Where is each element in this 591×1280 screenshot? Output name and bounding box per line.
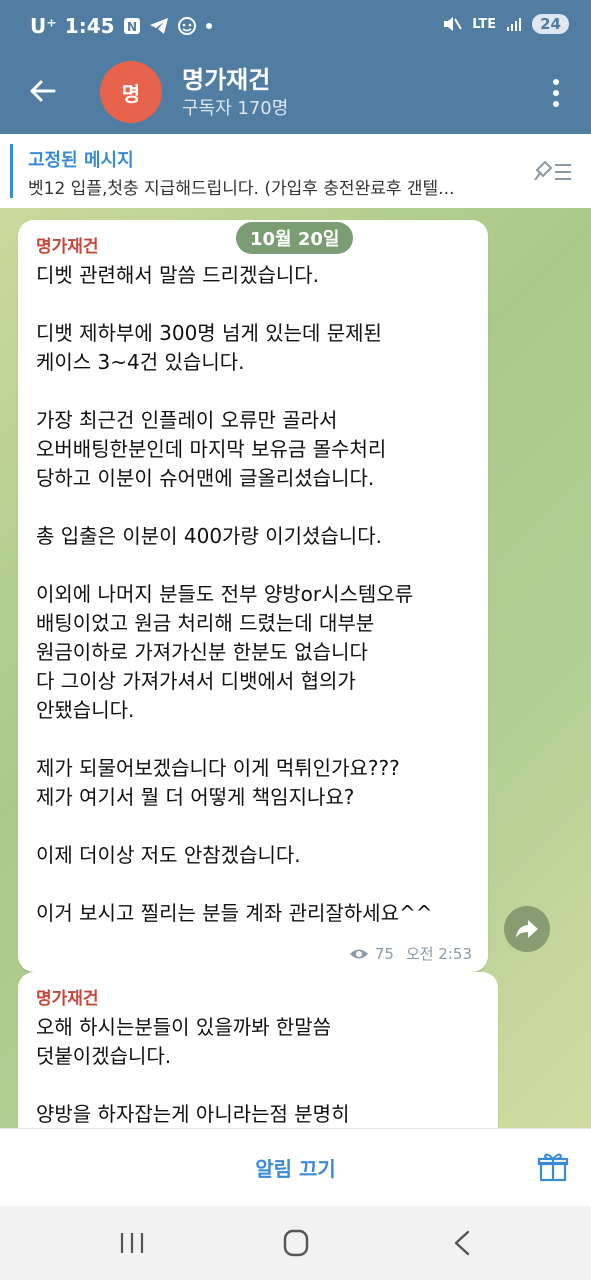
mute-notifications-button[interactable]: 알림 끄기 (0, 1153, 591, 1182)
app-face-icon (177, 16, 197, 36)
message-text: 오해 하시는분들이 있을까봐 한말씀 덧붙이겠습니다. 양방을 하자잡는게 아니… (36, 1015, 350, 1126)
subscriber-count: 구독자 170명 (182, 98, 289, 119)
pinned-indicator (10, 144, 13, 198)
message-text: 디벳 관련해서 말씀 드리겠습니다. 디뱃 제하부에 300명 넘게 있는데 문… (36, 263, 433, 925)
home-button[interactable] (276, 1228, 316, 1258)
avatar[interactable]: 명 (100, 61, 162, 123)
more-button[interactable] (551, 76, 561, 110)
mute-icon (442, 15, 463, 33)
pinned-text: 벳12 입플,첫충 지급해드립니다. (가입후 충전완료후 갠텔... (28, 179, 455, 199)
more-vertical-icon (553, 79, 559, 107)
message-meta: 75 오전 2:53 (349, 943, 472, 964)
chat-header: 명 명가재건 구독자 170명 (0, 54, 591, 134)
message-bubble[interactable]: 명가재건 오해 하시는분들이 있을까봐 한말씀 덧붙이겠습니다. 양방을 하자잡… (18, 972, 498, 1128)
notification-icon: N (123, 17, 141, 35)
message-time: 오전 2:53 (405, 945, 472, 963)
bottom-bar: 알림 끄기 (0, 1128, 591, 1207)
gift-button[interactable] (537, 1151, 569, 1183)
back-button[interactable] (26, 74, 60, 108)
telegram-icon (149, 17, 169, 35)
clock: 1:45 (64, 14, 115, 38)
chat-area[interactable]: 명가재건 디벳 관련해서 말씀 드리겠습니다. 디뱃 제하부에 300명 넘게 … (0, 208, 591, 1128)
pin-list-button[interactable] (533, 156, 573, 186)
message-sender: 명가재건 (36, 989, 99, 1009)
view-count: 75 (374, 944, 394, 963)
date-chip: 10월 20일 (236, 222, 354, 254)
back-nav-button[interactable] (442, 1228, 482, 1258)
carrier-label: U⁺ (30, 14, 57, 38)
battery-badge: 24 (532, 14, 569, 34)
home-icon (283, 1229, 309, 1257)
arrow-left-icon (30, 80, 56, 102)
share-button[interactable] (504, 906, 550, 952)
status-bar-right: LTE 24 (442, 14, 569, 34)
message-bubble[interactable]: 명가재건 디벳 관련해서 말씀 드리겠습니다. 디뱃 제하부에 300명 넘게 … (18, 220, 488, 972)
pinned-title: 고정된 메시지 (28, 150, 134, 171)
dot-icon (205, 22, 213, 30)
system-nav-bar (0, 1206, 591, 1280)
network-label: LTE (472, 16, 497, 32)
status-bar: U⁺ 1:45 N LTE 24 (0, 0, 591, 54)
recent-apps-icon (120, 1233, 144, 1253)
pinned-message[interactable]: 고정된 메시지 벳12 입플,첫충 지급해드립니다. (가입후 충전완료후 갠텔… (0, 134, 591, 209)
svg-text:N: N (127, 20, 137, 34)
signal-icon (506, 16, 522, 32)
eye-icon (349, 949, 368, 958)
share-icon (516, 920, 538, 938)
gift-icon (537, 1153, 569, 1182)
recent-apps-button[interactable] (112, 1228, 152, 1258)
status-bar-left: U⁺ 1:45 N (30, 14, 213, 38)
pin-list-icon (534, 160, 571, 181)
channel-title[interactable]: 명가재건 (182, 60, 270, 95)
chevron-left-icon (454, 1230, 470, 1256)
